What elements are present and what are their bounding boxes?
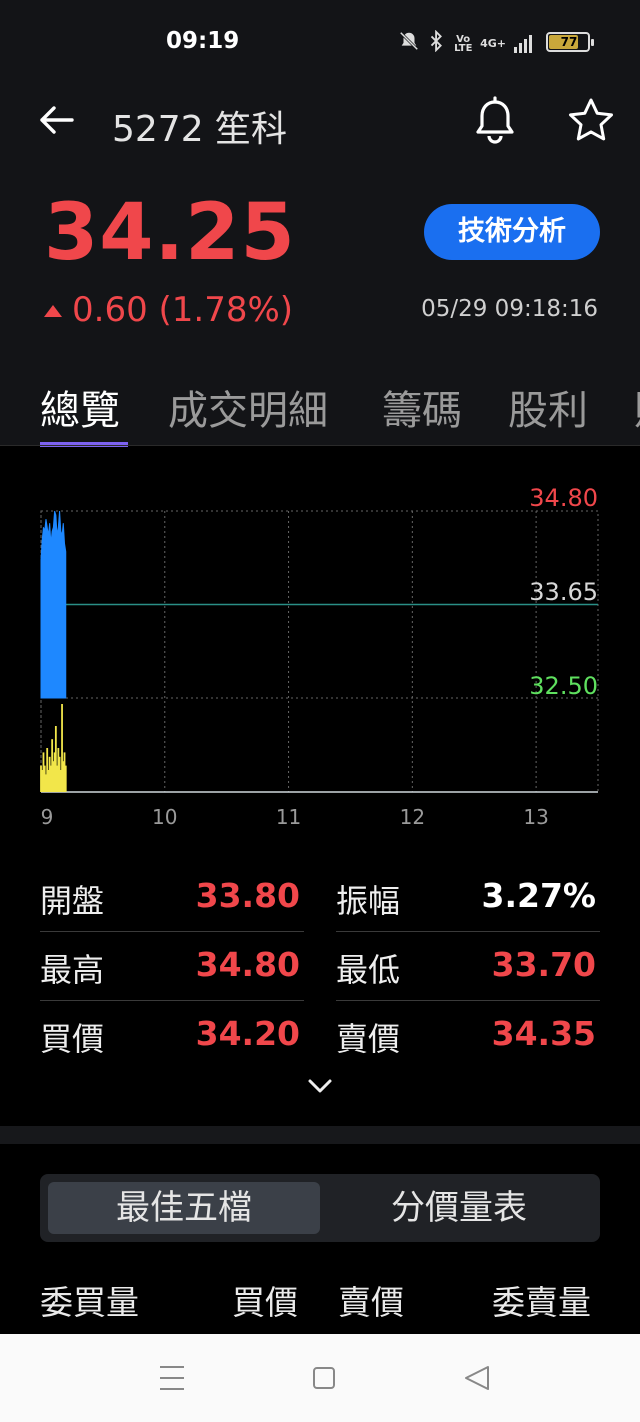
header-ask-price: 賣價: [338, 1283, 404, 1322]
stat-label: 最低: [336, 951, 401, 989]
price-change: 0.60 (1.78%): [44, 290, 293, 330]
tab-financials[interactable]: 財: [634, 378, 640, 436]
bluetooth-icon: [428, 29, 446, 57]
x-tick-label: 12: [400, 805, 425, 829]
battery-level: 77: [560, 35, 578, 49]
chart-frame: [40, 510, 599, 793]
bell-icon[interactable]: [472, 96, 518, 144]
home-square-icon[interactable]: [284, 1334, 364, 1422]
stat-value: 34.80: [195, 945, 300, 984]
stat-low: 最低 33.70: [336, 933, 600, 1001]
y-label-reference: 33.65: [529, 578, 598, 606]
stats-row: 最高 34.80 最低 33.70: [40, 933, 600, 1001]
volte-indicator: Vo LTE: [454, 33, 473, 54]
stat-high: 最高 34.80: [40, 933, 304, 1001]
network-type: 4G+: [480, 37, 506, 50]
section-divider: [0, 1126, 640, 1144]
x-tick-label: 13: [523, 805, 548, 829]
header-bid-volume: 委買量: [40, 1283, 139, 1322]
battery-icon: 77: [546, 32, 594, 52]
stat-value: 33.70: [491, 945, 596, 984]
stat-value: 34.20: [195, 1014, 300, 1053]
status-time: 09:19: [166, 28, 240, 54]
volume-bar: [64, 765, 67, 792]
up-triangle-icon: [44, 305, 62, 317]
tab-overview[interactable]: 總覽: [40, 378, 120, 436]
stat-label: 買價: [40, 1020, 105, 1058]
quote-datetime: 05/29 09:18:16: [421, 296, 598, 322]
mute-icon: [398, 30, 420, 57]
tab-bar: 總覽 成交明細 籌碼 股利 財: [0, 372, 640, 447]
tab-dividend[interactable]: 股利: [508, 378, 588, 436]
system-navigation-bar: [0, 1334, 640, 1422]
price-area: [40, 510, 67, 699]
menu-icon[interactable]: [132, 1334, 212, 1422]
stat-label: 振幅: [336, 882, 401, 920]
price-change-value: 0.60 (1.78%): [72, 290, 294, 330]
chart-grid: [40, 510, 599, 793]
x-axis-ticks: 9 10 11 12 13: [41, 805, 549, 829]
tab-chips[interactable]: 籌碼: [382, 378, 462, 436]
stat-value: 3.27%: [481, 876, 597, 915]
stat-value: 34.35: [491, 1014, 596, 1053]
y-label-high: 34.80: [529, 484, 598, 512]
segment-best-five[interactable]: 最佳五檔: [48, 1182, 320, 1234]
volume-series: [40, 704, 67, 792]
stats-row: 買價 34.20 賣價 34.35: [40, 1002, 600, 1070]
segment-price-volume[interactable]: 分價量表: [326, 1182, 592, 1234]
stat-label: 開盤: [40, 882, 105, 920]
star-icon[interactable]: [566, 96, 616, 144]
price-area-series: [40, 510, 67, 699]
header-bid-price: 買價: [232, 1283, 298, 1322]
stat-open: 開盤 33.80: [40, 864, 304, 932]
x-tick-label: 10: [152, 805, 177, 829]
status-bar: 09:19 Vo LTE 4G+ 77: [0, 18, 640, 66]
stat-label: 最高: [40, 951, 105, 989]
back-triangle-icon[interactable]: [438, 1334, 518, 1422]
technical-analysis-button[interactable]: 技術分析: [424, 204, 600, 260]
header-ask-volume: 委賣量: [492, 1283, 591, 1322]
stat-value: 33.80: [195, 876, 300, 915]
last-price: 34.25: [44, 188, 296, 278]
signal-strength-icon: [514, 34, 532, 53]
stats-row: 開盤 33.80 振幅 3.27%: [40, 864, 600, 932]
stat-ask: 賣價 34.35: [336, 1002, 600, 1070]
expand-chevron-down-icon[interactable]: [306, 1074, 334, 1098]
intraday-chart[interactable]: 34.80 33.65 32.50 9 10 11 12 13: [0, 474, 640, 834]
y-label-low: 32.50: [529, 672, 598, 700]
x-tick-label: 11: [276, 805, 301, 829]
stock-title: 5272 笙科: [112, 109, 288, 150]
x-tick-label: 9: [41, 805, 54, 829]
tab-divider: [0, 445, 640, 446]
tab-trade-details[interactable]: 成交明細: [168, 378, 328, 436]
stat-label: 賣價: [336, 1020, 401, 1058]
stat-amplitude: 振幅 3.27%: [336, 864, 600, 932]
back-arrow-icon[interactable]: [36, 100, 76, 140]
stat-bid: 買價 34.20: [40, 1002, 304, 1070]
status-icons: Vo LTE 4G+: [398, 29, 532, 57]
orderbook-segmented-control: 最佳五檔 分價量表: [40, 1174, 600, 1242]
